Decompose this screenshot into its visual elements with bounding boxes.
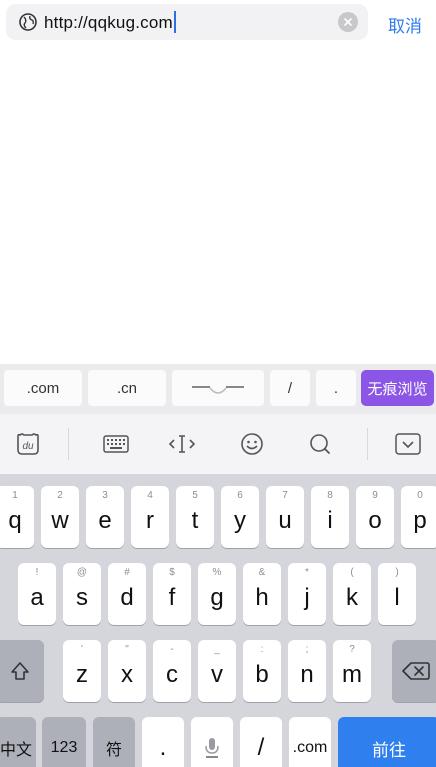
shortcut-cn-key[interactable]: .cn: [88, 370, 166, 406]
keyboard-toolbar: du: [0, 414, 436, 474]
key-s[interactable]: @ s: [63, 563, 101, 625]
key-m[interactable]: ? m: [333, 640, 371, 702]
key-g[interactable]: % g: [198, 563, 236, 625]
key-p[interactable]: 0p: [401, 486, 436, 548]
key-l[interactable]: ) l: [378, 563, 416, 625]
address-bar[interactable]: http://qqkug.com: [6, 4, 368, 40]
globe-icon: [19, 13, 37, 31]
dotcom-key[interactable]: .com: [289, 717, 331, 767]
shortcut-slash-key[interactable]: /: [270, 370, 310, 406]
key-r[interactable]: 4r: [131, 486, 169, 548]
key-e[interactable]: 3e: [86, 486, 124, 548]
chinese-mode-key[interactable]: 中文: [0, 717, 36, 767]
text-caret: [173, 11, 176, 33]
key-t[interactable]: 5t: [176, 486, 214, 548]
key-x[interactable]: " x: [108, 640, 146, 702]
key-w[interactable]: 2w: [41, 486, 79, 548]
key-u[interactable]: 7u: [266, 486, 304, 548]
numbers-key[interactable]: 123: [42, 717, 86, 767]
cursor-move-icon[interactable]: [168, 431, 196, 457]
dot-key[interactable]: .: [142, 717, 184, 767]
slider-icon: [192, 386, 244, 394]
key-q[interactable]: 1q: [0, 486, 34, 548]
key-h[interactable]: & h: [243, 563, 281, 625]
key-a[interactable]: ! a: [18, 563, 56, 625]
cursor-slider-key[interactable]: [172, 370, 264, 406]
clear-input-button[interactable]: [338, 12, 358, 32]
close-icon: [344, 18, 352, 26]
symbols-key[interactable]: 符: [93, 717, 135, 767]
shift-icon: [11, 662, 29, 680]
shift-key[interactable]: [0, 640, 44, 702]
pinyin-keyboard: 1q 2w 3e 4r 5t 6y 7u 8i 9o 0p ! a @ s # d $…: [0, 474, 436, 767]
key-y[interactable]: 6y: [221, 486, 259, 548]
keyboard-icon[interactable]: [102, 431, 130, 457]
key-o[interactable]: 9o: [356, 486, 394, 548]
key-z[interactable]: ' z: [63, 640, 101, 702]
key-d[interactable]: # d: [108, 563, 146, 625]
key-c[interactable]: -c: [153, 640, 191, 702]
key-k[interactable]: (k: [333, 563, 371, 625]
incognito-button[interactable]: 无痕浏览: [361, 370, 434, 406]
backspace-key[interactable]: [392, 640, 436, 702]
backspace-icon: [402, 662, 430, 680]
microphone-icon: [205, 738, 219, 758]
slash-key[interactable]: /: [240, 717, 282, 767]
shortcut-com-key[interactable]: .com: [4, 370, 82, 406]
cancel-button[interactable]: 取消: [388, 12, 422, 37]
key-v[interactable]: _ v: [198, 640, 236, 702]
collapse-keyboard-icon[interactable]: [394, 431, 422, 457]
search-icon[interactable]: [306, 431, 334, 457]
svg-text:du: du: [22, 441, 34, 452]
blank-content-area: [0, 44, 436, 362]
key-i[interactable]: 8i: [311, 486, 349, 548]
shortcut-dot-key[interactable]: .: [316, 370, 356, 406]
key-n[interactable]: ; n: [288, 640, 326, 702]
toolbar-divider: [367, 428, 368, 460]
toolbar-divider: [68, 428, 69, 460]
voice-space-key[interactable]: [191, 717, 233, 767]
ime-logo-icon[interactable]: du: [14, 431, 42, 457]
emoji-icon[interactable]: [238, 431, 266, 457]
url-input[interactable]: http://qqkug.com: [44, 11, 176, 33]
go-button[interactable]: 前往: [338, 717, 436, 767]
key-b[interactable]: :b: [243, 640, 281, 702]
browser-page: http://qqkug.com 取消 .com .cn / . 无痕浏览 du: [0, 0, 436, 767]
key-f[interactable]: $ f: [153, 563, 191, 625]
key-j[interactable]: * j: [288, 563, 326, 625]
url-shortcut-bar: .com .cn / . 无痕浏览: [0, 364, 436, 414]
